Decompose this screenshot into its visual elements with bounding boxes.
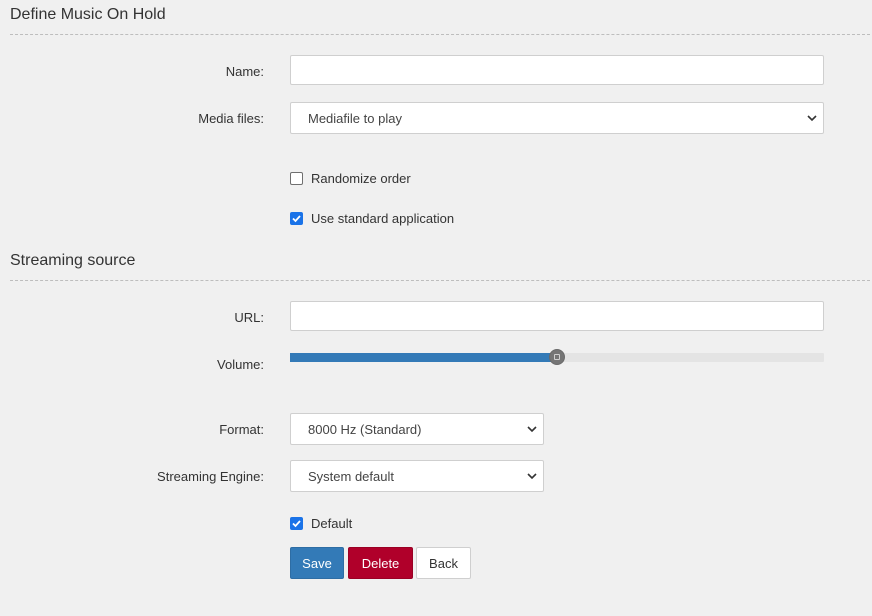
format-select[interactable]: 8000 Hz (Standard) [290,413,544,445]
media-files-selected: Mediafile to play [308,110,402,126]
chevron-down-icon [807,115,817,122]
url-input[interactable] [290,301,824,331]
format-label: Format: [219,422,264,437]
default-label: Default [311,516,353,531]
default-row[interactable]: Default [290,516,352,531]
streaming-engine-label: Streaming Engine: [157,469,264,484]
chevron-down-icon [527,473,537,480]
volume-slider[interactable] [290,349,824,365]
section-title-streaming-source: Streaming source [10,252,136,269]
section-title-music-on-hold: Define Music On Hold [10,6,166,23]
delete-button[interactable]: Delete [348,547,413,579]
checkmark-icon [292,520,301,528]
media-files-select[interactable]: Mediafile to play [290,102,824,134]
randomize-order-label: Randomize order [311,171,411,186]
volume-slider-fill [290,353,557,362]
media-files-label: Media files: [198,111,264,126]
chevron-down-icon [527,426,537,433]
streaming-engine-select[interactable]: System default [290,460,544,492]
use-standard-application-label: Use standard application [311,211,455,226]
default-checkbox[interactable] [290,517,303,530]
volume-slider-handle[interactable] [549,349,565,365]
streaming-engine-selected: System default [308,468,394,484]
volume-label: Volume: [217,357,264,372]
format-selected: 8000 Hz (Standard) [308,421,422,437]
name-input[interactable] [290,55,824,85]
randomize-order-row[interactable]: Randomize order [290,171,411,186]
save-button[interactable]: Save [290,547,344,579]
section-divider [10,280,870,281]
url-label: URL: [234,310,264,325]
back-button[interactable]: Back [416,547,471,579]
section-divider [10,34,870,35]
checkmark-icon [292,215,301,223]
name-label: Name: [225,64,264,79]
use-standard-application-row[interactable]: Use standard application [290,211,454,226]
randomize-order-checkbox[interactable] [290,172,303,185]
use-standard-application-checkbox[interactable] [290,212,303,225]
